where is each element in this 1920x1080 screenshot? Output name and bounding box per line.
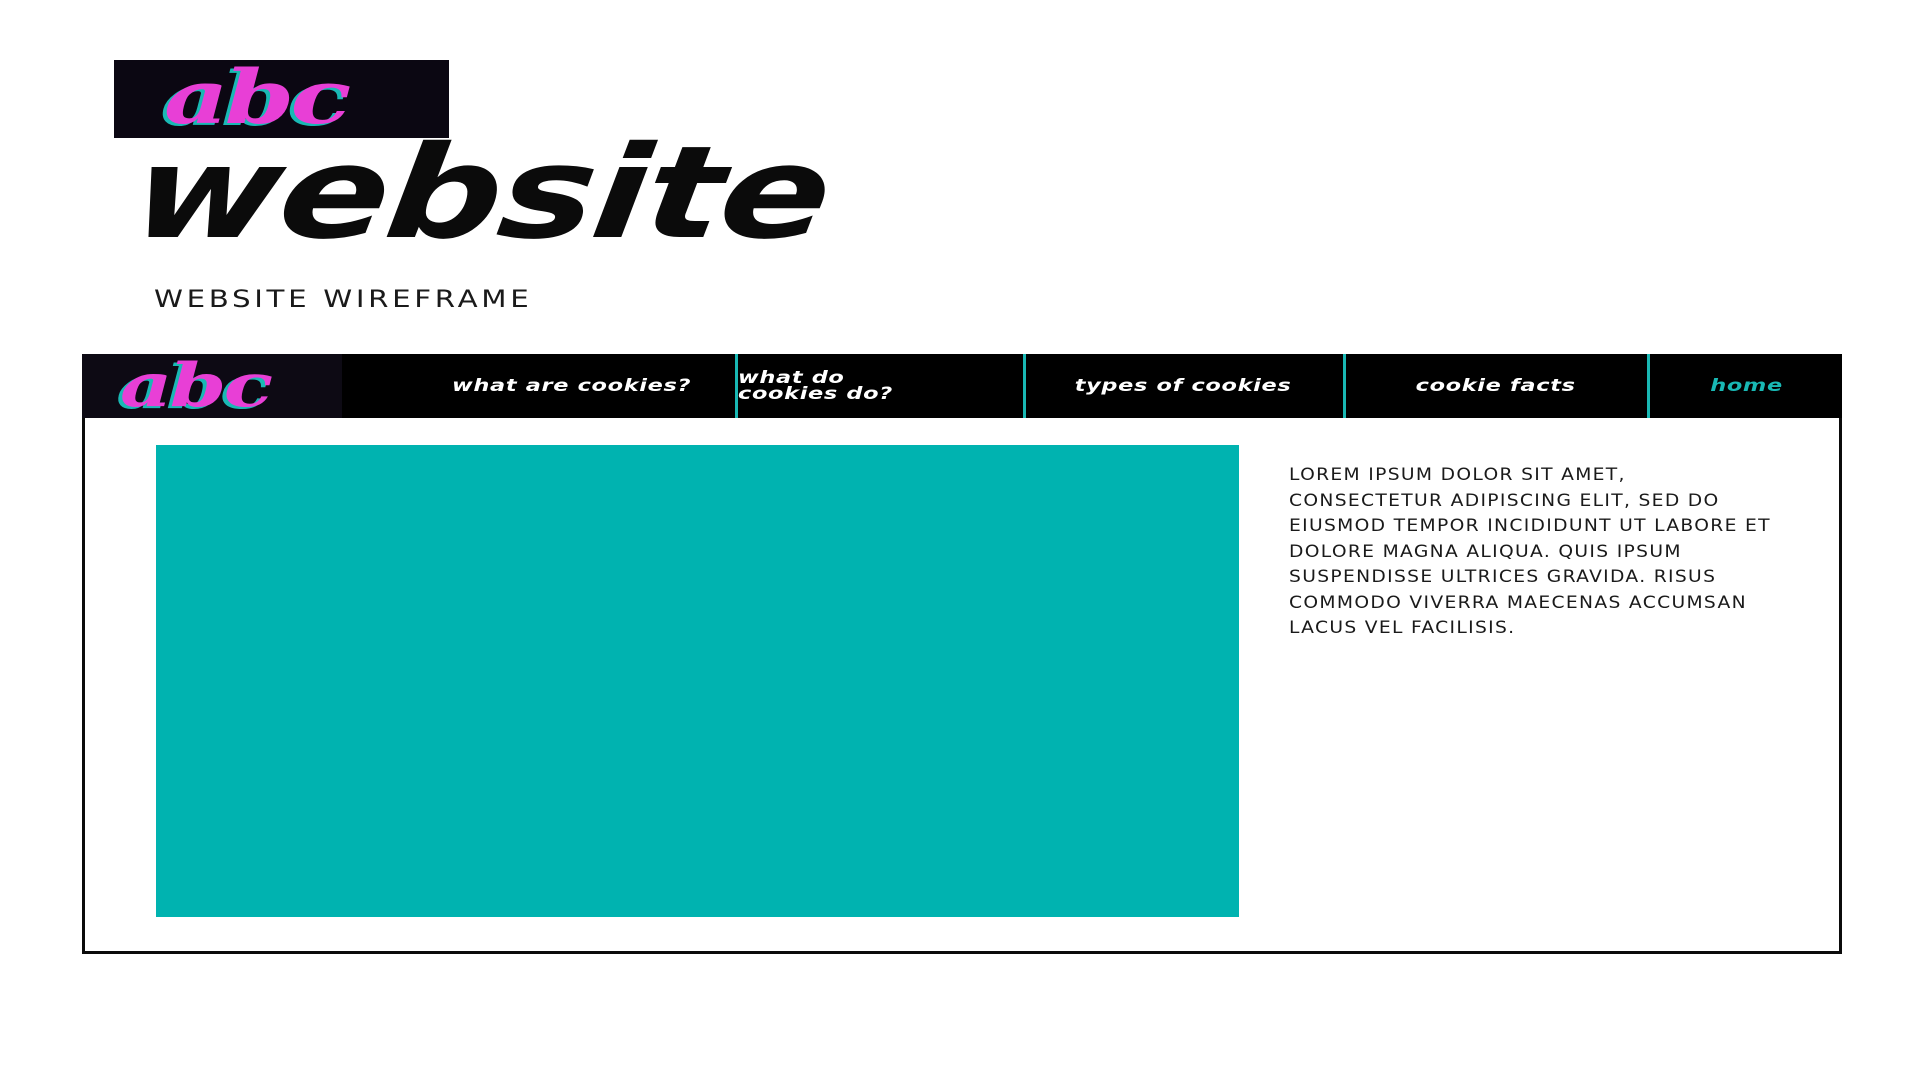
nav-divider [1647,354,1650,418]
page-subtitle: WEBSITE WIREFRAME [154,285,533,313]
wireframe-frame: abc what are cookies? what do cookies do… [82,354,1842,954]
nav-item-what-do-cookies-do[interactable]: what do cookies do? [738,354,1022,418]
nav-item-what-are-cookies[interactable]: what are cookies? [412,354,732,418]
nav-item-label: home [1710,376,1784,396]
nav-item-label: what do cookies do? [738,368,893,404]
page-title: website [124,119,838,268]
nav-divider [1343,354,1346,418]
nav-item-types-of-cookies[interactable]: types of cookies [1028,354,1338,418]
nav-logo[interactable]: abc [82,354,342,418]
hero-image-placeholder [156,445,1239,917]
nav-item-label: cookie facts [1415,376,1577,396]
nav-logo-text: abc [120,354,273,418]
nav-item-home[interactable]: home [1652,354,1842,418]
nav-divider [1023,354,1026,418]
nav-item-label: types of cookies [1074,376,1292,396]
nav-bar: abc what are cookies? what do cookies do… [82,354,1842,418]
nav-item-cookie-facts[interactable]: cookie facts [1348,354,1644,418]
nav-item-label: what are cookies? [452,376,692,396]
body-text: LOREM IPSUM DOLOR SIT AMET, CONSECTETUR … [1289,465,1771,638]
